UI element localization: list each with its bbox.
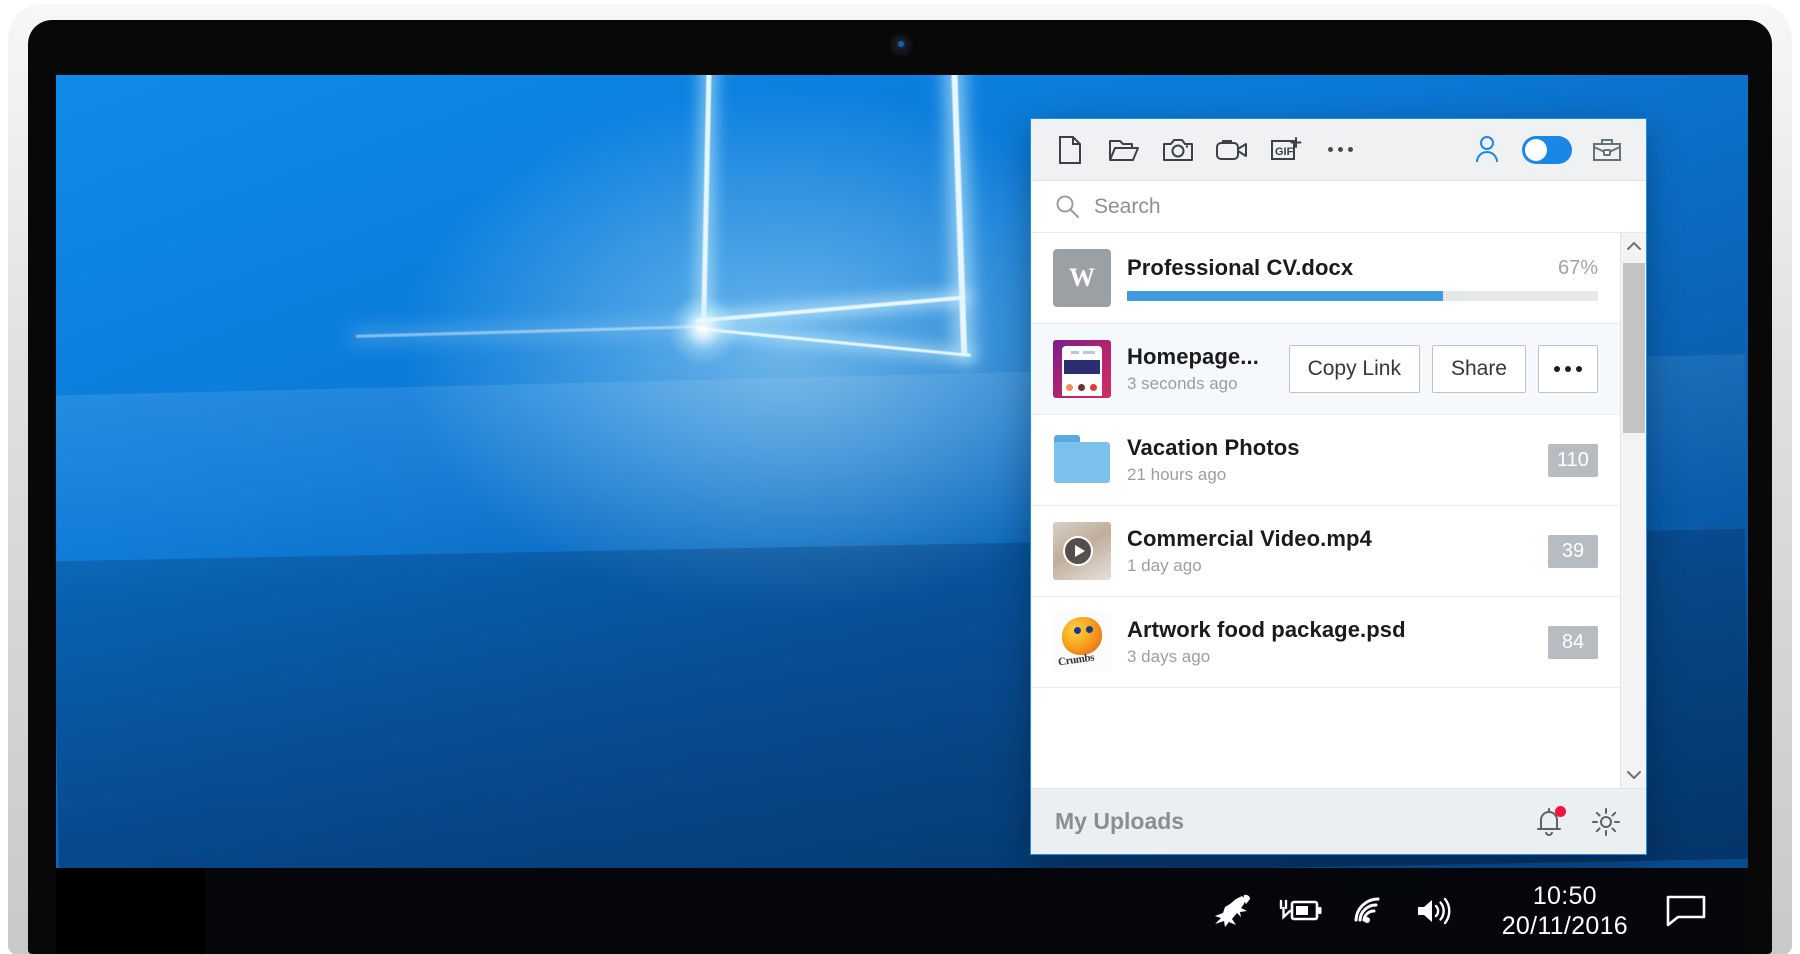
taskbar-left-filler: [56, 868, 206, 954]
search-bar[interactable]: Search: [1031, 181, 1646, 233]
briefcase-icon[interactable]: [1590, 133, 1624, 167]
wallpaper-beam-left: [356, 325, 707, 338]
view-count-badge: 84: [1548, 625, 1598, 659]
open-folder-icon[interactable]: [1107, 133, 1141, 167]
mockup-tick: [1083, 351, 1095, 354]
row-actions: Copy Link Share: [1288, 345, 1598, 393]
play-icon: [1063, 536, 1093, 566]
item-meta: Commercial Video.mp4 1 day ago: [1127, 526, 1532, 576]
toolbar-left-group: GIF: [1053, 133, 1357, 167]
file-name: Professional CV.docx: [1127, 255, 1354, 280]
toolbar-right-group: [1470, 133, 1624, 167]
footer-title: My Uploads: [1055, 808, 1185, 834]
wifi-icon[interactable]: [1350, 896, 1388, 926]
battery-charging-icon[interactable]: [1278, 896, 1324, 926]
artwork-eye: [1074, 627, 1081, 634]
item-meta: Vacation Photos 21 hours ago: [1127, 435, 1532, 485]
camera-icon[interactable]: [1161, 133, 1195, 167]
mockup-bar: [1064, 360, 1100, 374]
volume-icon[interactable]: [1414, 896, 1454, 926]
scrollbar-track[interactable]: [1621, 259, 1647, 762]
video-thumbnail: [1053, 522, 1111, 580]
more-dots: [1324, 147, 1357, 152]
thumb-letter: W: [1069, 263, 1095, 292]
panel-body: W Professional CV.docx 67% Homepage... 3…: [1031, 233, 1646, 788]
artwork-label: Crumbs: [1057, 651, 1095, 669]
gif-plus-icon[interactable]: GIF: [1269, 133, 1303, 167]
list-item[interactable]: W Professional CV.docx 67%: [1031, 233, 1620, 324]
share-button[interactable]: Share: [1431, 345, 1526, 393]
more-options-icon[interactable]: [1323, 133, 1357, 167]
taskbar-clock[interactable]: 10:50 20/11/2016: [1502, 881, 1628, 942]
word-doc-icon: W: [1053, 249, 1111, 307]
upload-percent: 67%: [1557, 257, 1598, 279]
laptop-device: 10:50 20/11/2016 GIF Search W Profession…: [0, 0, 1800, 954]
gear-icon[interactable]: [1590, 806, 1622, 838]
upload-header: Professional CV.docx 67%: [1127, 255, 1598, 281]
footer-icon-group: [1534, 805, 1622, 838]
new-file-icon[interactable]: [1053, 133, 1087, 167]
clock-time: 10:50: [1532, 881, 1597, 910]
mockup-dot: [1090, 384, 1097, 391]
chevron-up-icon[interactable]: [1621, 233, 1647, 259]
progress-track: [1127, 291, 1598, 301]
svg-text:GIF: GIF: [1275, 146, 1294, 158]
item-meta: Artwork food package.psd 3 days ago: [1127, 617, 1532, 667]
psd-artwork-thumbnail: Crumbs: [1053, 613, 1111, 671]
list-item[interactable]: Homepage... 3 seconds ago Copy Link Shar…: [1031, 324, 1620, 415]
list-scrollbar[interactable]: [1620, 233, 1646, 788]
panel-toolbar: GIF: [1031, 119, 1646, 181]
list-item[interactable]: Crumbs Artwork food package.psd 3 days a…: [1031, 597, 1620, 688]
artwork-blob: [1062, 617, 1102, 655]
file-name: Commercial Video.mp4: [1127, 526, 1372, 551]
view-count-badge: 110: [1548, 443, 1598, 477]
copy-link-button[interactable]: Copy Link: [1288, 345, 1420, 393]
mockup-dot: [1078, 384, 1085, 391]
uploads-list: W Professional CV.docx 67% Homepage... 3…: [1031, 233, 1620, 788]
kangaroo-icon[interactable]: [1212, 894, 1252, 928]
item-meta: Homepage... 3 seconds ago: [1127, 344, 1273, 394]
file-name: Vacation Photos: [1127, 435, 1300, 460]
wallpaper-beam-vertical: [701, 75, 712, 323]
file-time: 3 seconds ago: [1127, 374, 1238, 393]
mode-toggle[interactable]: [1522, 135, 1572, 164]
panel-footer: My Uploads: [1031, 788, 1646, 854]
view-count-badge: 39: [1548, 534, 1598, 568]
wallpaper-glow: [668, 295, 738, 365]
file-time: 21 hours ago: [1127, 465, 1227, 484]
search-icon: [1055, 194, 1080, 219]
website-mockup-icon: [1053, 340, 1111, 398]
progress-bar: [1127, 291, 1443, 301]
wallpaper-beam-right: [950, 75, 968, 355]
list-item[interactable]: Vacation Photos 21 hours ago 110: [1031, 415, 1620, 506]
file-name: Artwork food package.psd: [1127, 617, 1406, 642]
video-camera-icon[interactable]: [1215, 133, 1249, 167]
file-time: 1 day ago: [1127, 556, 1202, 575]
scrollbar-thumb[interactable]: [1622, 263, 1645, 433]
windows-taskbar[interactable]: 10:50 20/11/2016: [205, 868, 1748, 954]
file-time: 3 days ago: [1127, 647, 1211, 666]
file-name: Homepage...: [1127, 344, 1259, 369]
search-input[interactable]: Search: [1094, 195, 1161, 219]
list-item[interactable]: Commercial Video.mp4 1 day ago 39: [1031, 506, 1620, 597]
chevron-down-icon[interactable]: [1621, 762, 1647, 788]
uploader-panel: GIF Search W Professional CV.docx 67% Ho…: [1030, 118, 1647, 855]
webcam-lens-icon: [893, 37, 909, 53]
person-icon[interactable]: [1470, 133, 1504, 167]
folder-body: [1054, 442, 1110, 483]
notification-dot: [1555, 805, 1566, 817]
more-dots: [1550, 366, 1586, 372]
folder-icon: [1053, 431, 1111, 489]
more-actions-button[interactable]: [1538, 345, 1598, 393]
artwork-eye: [1086, 626, 1093, 633]
mockup-dot: [1066, 384, 1073, 391]
bell-icon[interactable]: [1534, 805, 1566, 838]
mockup-tick: [1071, 351, 1079, 354]
item-meta: Professional CV.docx 67%: [1127, 255, 1598, 301]
action-center-icon[interactable]: [1664, 893, 1708, 929]
clock-date: 20/11/2016: [1501, 912, 1628, 940]
